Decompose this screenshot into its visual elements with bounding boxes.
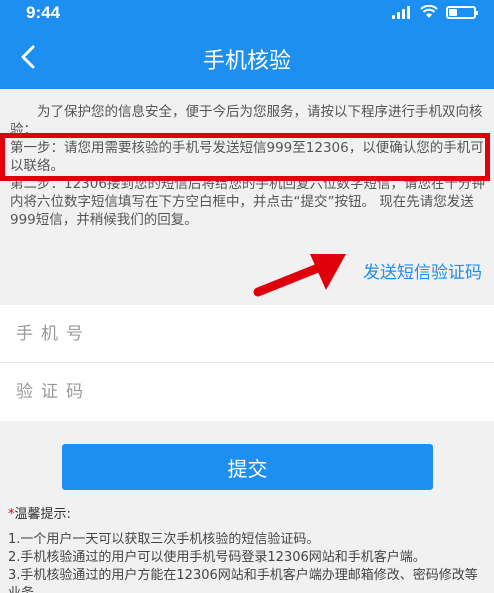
page-title: 手机核验 (202, 49, 291, 74)
tip-item: 1.一个用户一天可以获取三次手机核验的短信验证码。 (8, 532, 320, 547)
tip-item: 3.手机核验通过的用户方能在12306网站和手机客户端办理邮箱修改、密码修改等业… (8, 568, 478, 593)
phone-field (0, 305, 494, 363)
verification-form (0, 305, 494, 421)
status-time: 9:44 (26, 3, 61, 22)
submit-button[interactable]: 提交 (62, 444, 433, 490)
signal-icon (392, 5, 412, 19)
annotation-arrow (253, 254, 346, 297)
tips-title: *温馨提示: (8, 503, 71, 522)
nav-bar: 手机核验 (0, 26, 494, 89)
phone-input[interactable] (16, 315, 476, 353)
send-code-link[interactable]: 发送短信验证码 (363, 258, 482, 283)
instructions-step2: 第二步：12306接到您的短信后将给您的手机回复六位数字短信，请您在十分钟内将六… (10, 176, 485, 228)
instructions-step1: 第一步：请您用需要核验的手机号发送短信999至12306，以便确认您的手机可以联… (10, 140, 484, 174)
status-icons (392, 5, 478, 19)
wifi-icon (420, 5, 438, 18)
instructions-intro: 为了保护您的信息安全，便于今后为您服务，请按以下程序进行手机双向核验： (10, 104, 483, 138)
battery-level (449, 8, 457, 16)
tips-list: 1.一个用户一天可以获取三次手机核验的短信验证码。 2.手机核验通过的用户可以使… (8, 531, 490, 593)
code-field (0, 363, 494, 421)
instructions: 为了保护您的信息安全，便于今后为您服务，请按以下程序进行手机双向核验： 第一步：… (10, 103, 486, 229)
status-bar: 9:44 (0, 0, 494, 26)
tip-item: 2.手机核验通过的用户可以使用手机号码登录12306网站和手机客户端。 (8, 550, 426, 565)
battery-icon (446, 5, 478, 19)
code-input[interactable] (16, 373, 476, 411)
tips-title-text: 温馨提示: (14, 507, 71, 522)
